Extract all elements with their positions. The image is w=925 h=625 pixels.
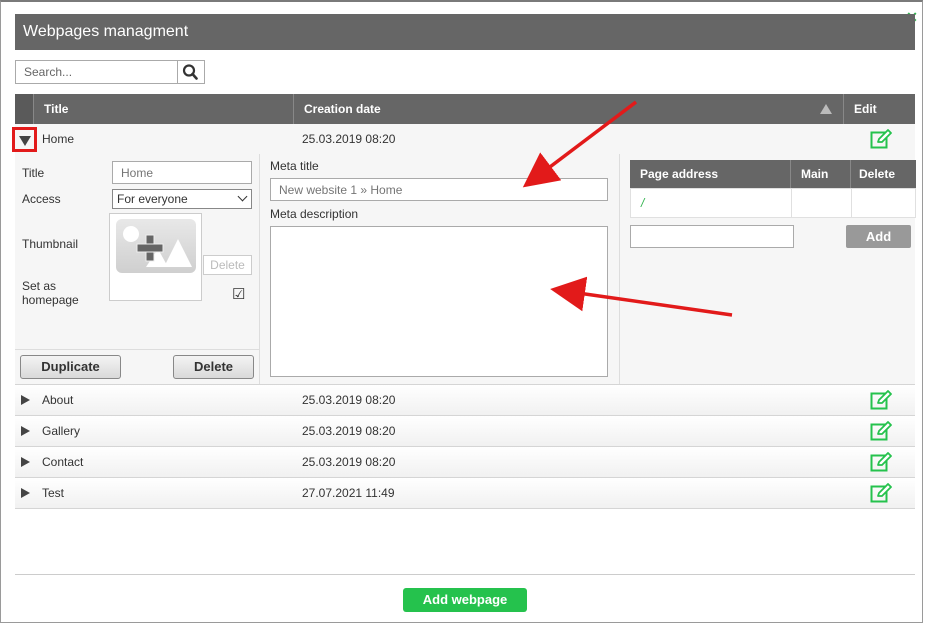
- annotation-arrow-meta-title: [522, 100, 638, 188]
- annotation-arrow-meta-description: [550, 276, 733, 317]
- annotation-arrows: [522, 100, 733, 317]
